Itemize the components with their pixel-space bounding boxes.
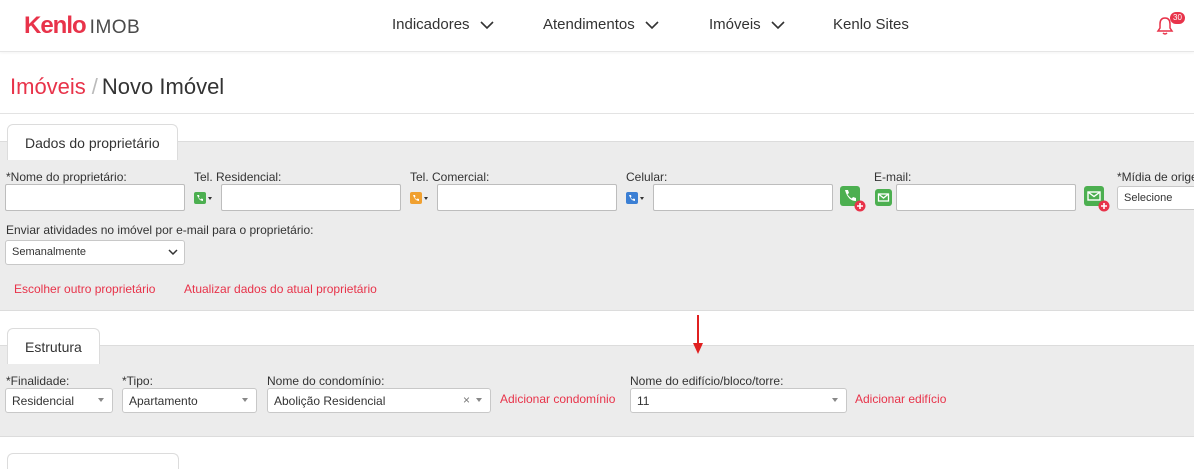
type-value: Apartamento <box>129 394 198 408</box>
media-origin-select[interactable]: Selecione <box>1117 186 1194 210</box>
chevron-down-icon <box>771 20 785 29</box>
home-phone-label: Tel. Residencial: <box>194 170 282 184</box>
activity-frequency-value: Semanalmente <box>12 246 86 258</box>
caret-down-icon <box>424 196 428 200</box>
nav-imoveis-label: Imóveis <box>709 16 761 33</box>
phone-icon <box>194 192 206 204</box>
nav-imoveis[interactable]: Imóveis <box>709 16 785 33</box>
work-phone-type-picker[interactable] <box>410 190 431 206</box>
breadcrumb: Imóveis / Novo Imóvel <box>10 74 224 100</box>
update-owner-link[interactable]: Atualizar dados do atual proprietário <box>184 282 377 296</box>
tab-estrutura[interactable]: Estrutura <box>7 328 100 364</box>
building-value: 11 <box>637 394 650 408</box>
add-condo-link[interactable]: Adicionar condomínio <box>500 392 615 406</box>
home-phone-type-picker[interactable] <box>194 190 215 206</box>
page-title: Novo Imóvel <box>101 74 225 99</box>
media-origin-label: *Mídia de origem <box>1117 170 1194 184</box>
notification-badge: 30 <box>1170 12 1185 24</box>
nav-kenlo-sites[interactable]: Kenlo Sites <box>833 16 909 33</box>
purpose-select[interactable]: Residencial <box>5 388 113 413</box>
add-phone-icon[interactable] <box>840 186 866 212</box>
caret-down-icon <box>640 196 644 200</box>
caret-down-icon <box>832 398 838 402</box>
tab-next-section[interactable] <box>7 453 179 469</box>
work-phone-label: Tel. Comercial: <box>410 170 490 184</box>
owner-name-label: *Nome do proprietário: <box>6 170 127 184</box>
header-divider <box>0 113 1194 114</box>
mobile-type-picker[interactable] <box>626 190 647 206</box>
nav-indicadores-label: Indicadores <box>392 16 470 33</box>
caret-down-icon <box>476 398 482 402</box>
caret-down-icon <box>98 398 104 402</box>
nav-atendimentos[interactable]: Atendimentos <box>543 16 659 33</box>
mobile-input[interactable] <box>653 184 833 211</box>
owner-name-input[interactable] <box>5 184 185 211</box>
breadcrumb-separator: / <box>91 74 98 99</box>
tab-dados-proprietario-label: Dados do proprietário <box>25 135 160 151</box>
purpose-label: *Finalidade: <box>6 374 70 388</box>
phone-icon <box>626 192 638 204</box>
choose-other-owner-link[interactable]: Escolher outro proprietário <box>14 282 155 296</box>
type-label: *Tipo: <box>122 374 153 388</box>
work-phone-input[interactable] <box>437 184 617 211</box>
condo-select[interactable]: Abolição Residencial × <box>267 388 491 413</box>
kenlo-logo[interactable]: Kenlo IMOB <box>24 12 140 40</box>
tab-dados-proprietario[interactable]: Dados do proprietário <box>7 124 178 160</box>
brand-name: Kenlo <box>24 12 87 39</box>
mobile-label: Celular: <box>626 170 668 184</box>
home-phone-input[interactable] <box>221 184 401 211</box>
condo-value: Abolição Residencial <box>274 394 386 408</box>
caret-down-icon <box>208 196 212 200</box>
building-label: Nome do edifício/bloco/torre: <box>630 374 784 388</box>
clear-icon[interactable]: × <box>463 393 470 407</box>
nav-atendimentos-label: Atendimentos <box>543 16 635 33</box>
brand-product: IMOB <box>89 17 141 38</box>
add-building-link[interactable]: Adicionar edifício <box>855 392 946 406</box>
media-origin-value: Selecione <box>1124 192 1173 204</box>
email-input[interactable] <box>896 184 1076 211</box>
breadcrumb-imoveis-link[interactable]: Imóveis <box>10 74 86 99</box>
building-select[interactable]: 11 <box>630 388 847 413</box>
caret-down-icon <box>242 398 248 402</box>
activity-email-label: Enviar atividades no imóvel por e-mail p… <box>6 223 314 237</box>
type-select[interactable]: Apartamento <box>122 388 257 413</box>
phone-icon <box>410 192 422 204</box>
annotation-arrow-icon <box>693 315 703 354</box>
nav-kenlo-sites-label: Kenlo Sites <box>833 16 909 33</box>
nav-indicadores[interactable]: Indicadores <box>392 16 494 33</box>
tab-estrutura-label: Estrutura <box>25 339 82 355</box>
chevron-down-icon <box>479 20 494 29</box>
chevron-down-icon <box>168 249 178 256</box>
add-email-icon[interactable] <box>1084 186 1110 212</box>
top-navbar: Kenlo IMOB Indicadores Atendimentos Imóve… <box>0 0 1194 52</box>
activity-frequency-select[interactable]: Semanalmente <box>5 240 185 265</box>
condo-label: Nome do condomínio: <box>267 374 385 388</box>
chevron-down-icon <box>645 20 659 29</box>
email-label: E-mail: <box>874 170 912 184</box>
purpose-value: Residencial <box>12 394 75 408</box>
email-icon <box>875 189 892 206</box>
